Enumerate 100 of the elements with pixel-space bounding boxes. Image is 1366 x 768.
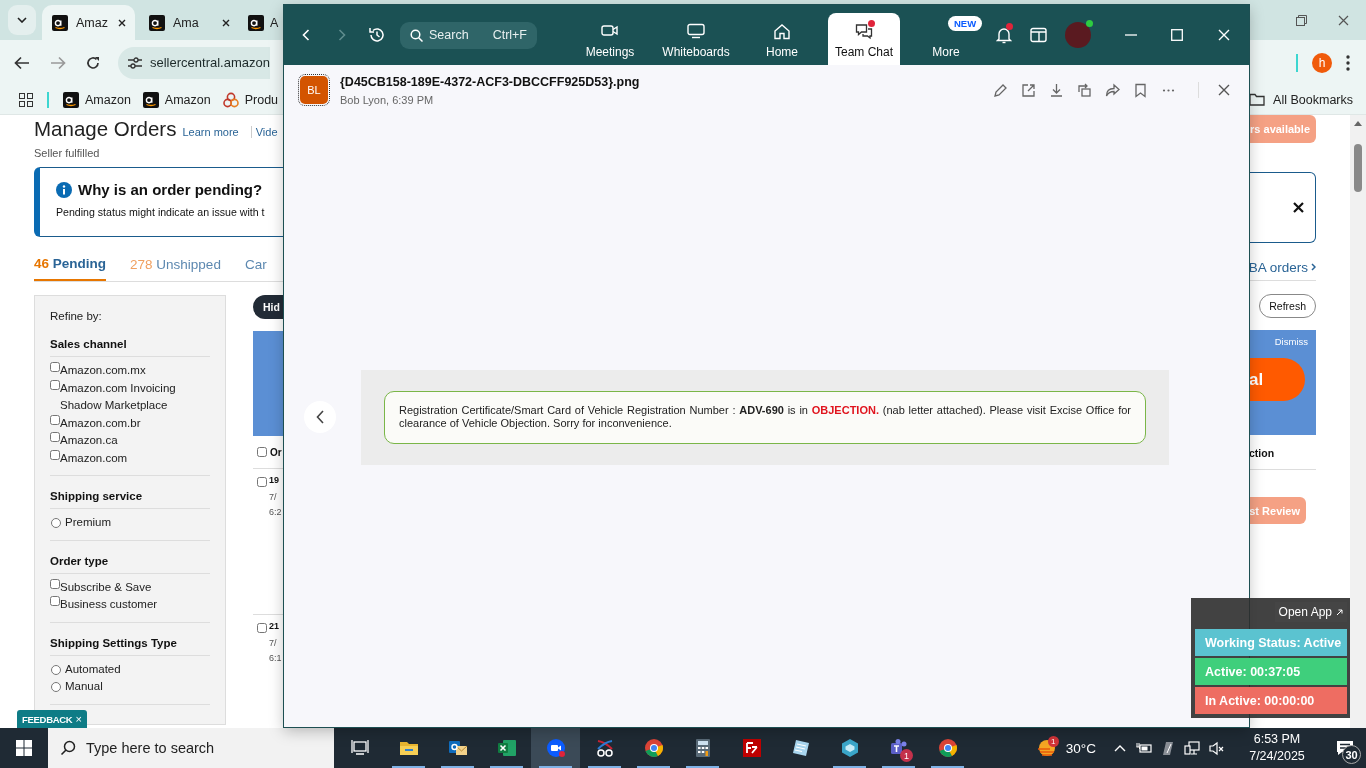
divider-mark-icon bbox=[1296, 53, 1298, 72]
share-icon[interactable] bbox=[1105, 82, 1120, 98]
column-header: ction bbox=[1249, 447, 1276, 461]
checkbox[interactable] bbox=[257, 623, 267, 633]
open-external-icon[interactable] bbox=[1021, 82, 1036, 98]
search-field[interactable]: Type here to search bbox=[48, 728, 334, 768]
alert-title: Why is an order pending? bbox=[78, 181, 263, 198]
checkbox[interactable] bbox=[257, 447, 267, 457]
refresh-button[interactable]: Refresh bbox=[1259, 294, 1316, 318]
close-icon[interactable] bbox=[117, 17, 127, 28]
hexagon-icon bbox=[839, 738, 860, 758]
chevron-left-icon bbox=[316, 410, 324, 424]
clock[interactable]: 6:53 PM 7/24/2025 bbox=[1236, 731, 1318, 765]
network-icon[interactable] bbox=[1184, 740, 1200, 756]
browser-tab[interactable]: Amaz bbox=[42, 5, 135, 40]
bookmark[interactable]: Produ bbox=[222, 91, 279, 108]
task-view-icon bbox=[349, 738, 370, 758]
radio-button[interactable] bbox=[51, 682, 61, 692]
link[interactable]: BA orders bbox=[1248, 259, 1316, 275]
nav-tab[interactable]: Team Chat bbox=[828, 13, 900, 65]
bookmark[interactable]: Amazon bbox=[63, 91, 131, 108]
tab-list-button[interactable] bbox=[8, 5, 36, 35]
browser-icon bbox=[937, 738, 958, 758]
nav-tab[interactable]: Whiteboards bbox=[653, 13, 739, 65]
order-tab[interactable]: Car bbox=[244, 253, 267, 281]
order-tab[interactable]: 46 Pending bbox=[34, 253, 107, 281]
radio-button[interactable] bbox=[51, 518, 61, 528]
download-icon[interactable] bbox=[1049, 82, 1064, 98]
order-date: 7/ bbox=[269, 638, 278, 648]
checkbox[interactable] bbox=[50, 578, 60, 589]
scissors-icon bbox=[594, 738, 615, 758]
close-icon[interactable] bbox=[1292, 201, 1305, 214]
feedback-button[interactable]: FEEDBACK × bbox=[17, 710, 87, 728]
bookmark[interactable]: Amazon bbox=[142, 91, 211, 108]
apps-button[interactable] bbox=[1030, 27, 1047, 43]
smile-logo-icon bbox=[248, 14, 264, 31]
maximize-icon[interactable] bbox=[1171, 29, 1183, 41]
site-settings-icon bbox=[128, 56, 142, 69]
smile-logo-icon bbox=[142, 91, 159, 108]
alert-text: Pending status might indicate an issue with t bbox=[56, 206, 266, 218]
convert-image-icon[interactable] bbox=[1077, 82, 1092, 98]
speaker-muted-icon[interactable] bbox=[1208, 740, 1224, 756]
taskbar-app[interactable] bbox=[531, 728, 580, 768]
checkbox[interactable] bbox=[50, 362, 60, 372]
back-button[interactable] bbox=[302, 29, 310, 41]
circles-logo-icon bbox=[222, 91, 239, 108]
radio-button[interactable] bbox=[51, 664, 61, 675]
notifications-button[interactable]: 30 bbox=[1324, 728, 1366, 768]
nav-tab[interactable]: Meetings bbox=[567, 13, 653, 65]
external-arrow-icon bbox=[1336, 608, 1343, 616]
edit-icon[interactable] bbox=[993, 82, 1008, 98]
bookmark-icon[interactable] bbox=[1133, 82, 1148, 98]
option-label: Amazon.com Invoicing Shadow Marketplace bbox=[60, 380, 177, 413]
option-label: Amazon.com bbox=[60, 450, 128, 466]
checkbox[interactable] bbox=[50, 379, 60, 390]
restore-icon[interactable] bbox=[1296, 14, 1307, 26]
all-bookmarks-button[interactable]: All Bookmarks bbox=[1249, 92, 1353, 107]
scroll-up-icon[interactable] bbox=[1354, 121, 1362, 126]
file-meta: Bob Lyon, 6:39 PM bbox=[340, 93, 435, 106]
reload-icon[interactable] bbox=[86, 55, 100, 70]
tray-app-icon[interactable] bbox=[1160, 740, 1176, 756]
windows-logo-icon bbox=[16, 740, 32, 756]
hide-button[interactable]: Hid bbox=[253, 295, 284, 319]
browser-icon bbox=[643, 738, 664, 758]
status-bar: Active: 00:37:05 bbox=[1195, 658, 1347, 685]
nav-tab[interactable]: Home bbox=[739, 13, 825, 65]
scrollbar-thumb[interactable] bbox=[1354, 144, 1362, 192]
address-bar[interactable]: sellercentral.amazon bbox=[118, 46, 270, 79]
order-time: 6:2 bbox=[269, 507, 283, 517]
menu-icon[interactable] bbox=[1346, 54, 1350, 71]
close-icon[interactable] bbox=[221, 17, 231, 28]
search-field[interactable]: Search Ctrl+F bbox=[400, 21, 537, 49]
option-label: Amazon.com.mx bbox=[60, 363, 146, 378]
close-window-icon[interactable] bbox=[1337, 13, 1350, 27]
link[interactable]: Vide bbox=[250, 126, 278, 138]
back-icon[interactable] bbox=[14, 55, 30, 70]
notifications-button[interactable] bbox=[996, 26, 1012, 44]
checkbox[interactable] bbox=[50, 414, 60, 425]
browser-tab[interactable]: A bbox=[243, 5, 282, 40]
close-icon[interactable] bbox=[1217, 83, 1231, 97]
user-avatar[interactable] bbox=[1065, 22, 1091, 48]
checkbox[interactable] bbox=[257, 477, 267, 487]
nav-tab[interactable]: NEW More bbox=[903, 13, 989, 65]
notice-text: Registration Certificate/Smart Card of Vehicle Registration Number : ADV-690 is in OBJECTION. (nab letter attached). Please visit Excise Office for clearance of Vehicle Objection. Sorry for inconvenience. bbox=[399, 404, 1131, 430]
checkbox[interactable] bbox=[50, 596, 60, 606]
weather-widget[interactable]: 1 30°C bbox=[1035, 739, 1096, 757]
battery-plug-icon[interactable] bbox=[1136, 740, 1152, 756]
apps-grid-icon[interactable] bbox=[19, 92, 33, 107]
checkbox[interactable] bbox=[50, 449, 60, 460]
browser-tab[interactable]: Ama bbox=[139, 5, 239, 40]
link[interactable]: Learn more bbox=[182, 126, 239, 138]
whiteboard-icon bbox=[687, 23, 705, 40]
page-subtitle: Seller fulfilled bbox=[34, 147, 101, 159]
taskbar-app[interactable]: 1 bbox=[874, 728, 923, 768]
sender-avatar: BL bbox=[300, 76, 328, 104]
order-tab[interactable]: 278 Unshipped bbox=[130, 253, 221, 281]
previous-button[interactable] bbox=[304, 401, 336, 433]
history-button[interactable] bbox=[368, 26, 386, 44]
checkbox[interactable] bbox=[50, 432, 60, 442]
folder-outline-icon bbox=[1249, 93, 1266, 106]
